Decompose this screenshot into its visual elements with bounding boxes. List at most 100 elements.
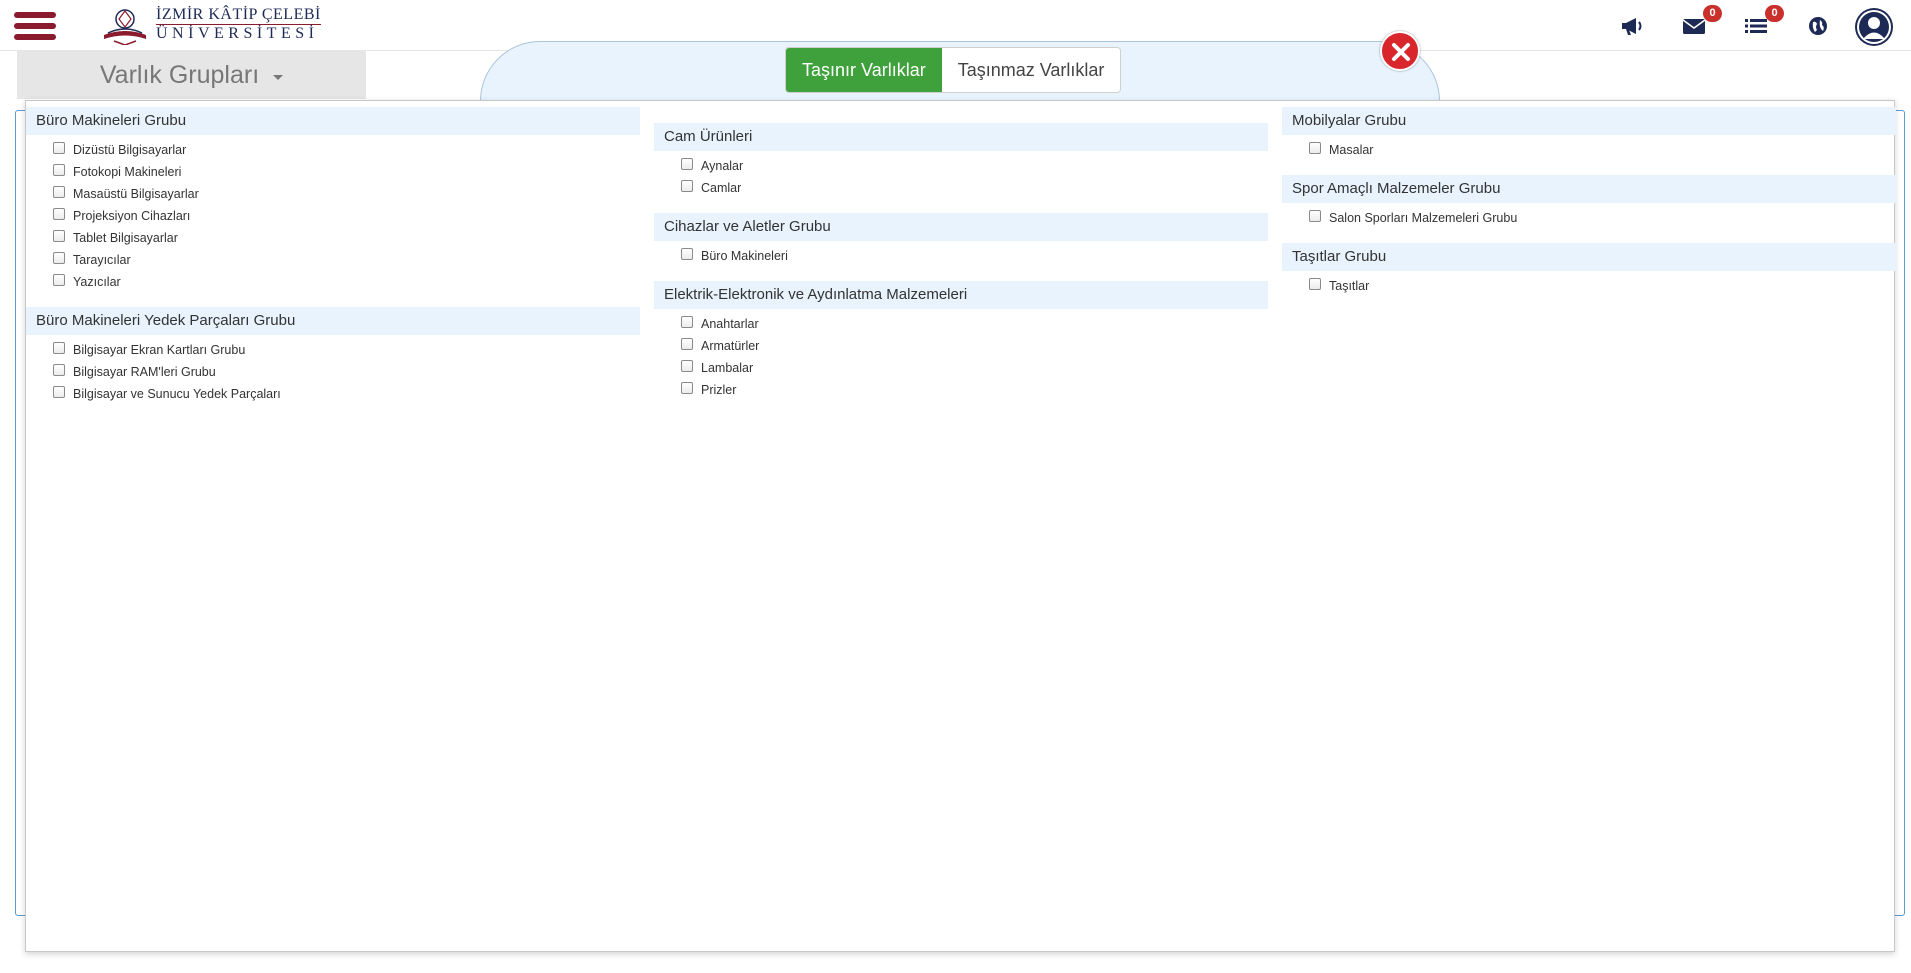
asset-group-title: Büro Makineleri Yedek Parçaları Grubu bbox=[26, 307, 640, 335]
asset-item[interactable]: Camlar bbox=[654, 177, 1268, 199]
asset-group-items: Salon Sporları Malzemeleri Grubu bbox=[1282, 203, 1896, 229]
asset-item-label: Projeksiyon Cihazları bbox=[73, 209, 191, 223]
tasks-list-icon[interactable]: 0 bbox=[1742, 5, 1784, 40]
asset-item-label: Masaüstü Bilgisayarlar bbox=[73, 187, 199, 201]
asset-group: Büro Makineleri Grubu Dizüstü Bilgisayarl… bbox=[26, 107, 640, 293]
asset-item-label: Masalar bbox=[1329, 143, 1374, 157]
tab-movable-assets[interactable]: Taşınır Varlıklar bbox=[786, 48, 942, 92]
asset-group-items: Dizüstü Bilgisayarlar Fotokopi Makineleri… bbox=[26, 135, 640, 293]
asset-item[interactable]: Tablet Bilgisayarlar bbox=[26, 227, 640, 249]
asset-group: Büro Makineleri Yedek Parçaları Grubu Bil… bbox=[26, 307, 640, 405]
asset-item-checkbox[interactable] bbox=[681, 180, 693, 192]
asset-item[interactable]: Dizüstü Bilgisayarlar bbox=[26, 139, 640, 161]
asset-item-label: Tablet Bilgisayarlar bbox=[73, 231, 178, 245]
asset-item-checkbox[interactable] bbox=[681, 316, 693, 328]
asset-group: Spor Amaçlı Malzemeler Grubu Salon Sporla… bbox=[1282, 175, 1896, 229]
tab-immovable-assets[interactable]: Taşınmaz Varlıklar bbox=[941, 48, 1121, 92]
asset-item-checkbox[interactable] bbox=[681, 338, 693, 350]
asset-item-checkbox[interactable] bbox=[53, 252, 65, 264]
asset-item-label: Bilgisayar RAM'leri Grubu bbox=[73, 365, 216, 379]
asset-item-checkbox[interactable] bbox=[1309, 210, 1321, 222]
asset-group-items: Taşıtlar bbox=[1282, 271, 1896, 297]
asset-group-items: Büro Makineleri bbox=[654, 241, 1268, 267]
asset-group-title: Cihazlar ve Aletler Grubu bbox=[654, 213, 1268, 241]
asset-item[interactable]: Anahtarlar bbox=[654, 313, 1268, 335]
asset-item-checkbox[interactable] bbox=[53, 386, 65, 398]
asset-groups-panel: Büro Makineleri Grubu Dizüstü Bilgisayarl… bbox=[25, 100, 1896, 952]
asset-item[interactable]: Yazıcılar bbox=[26, 271, 640, 293]
asset-group-title: Cam Ürünleri bbox=[654, 123, 1268, 151]
asset-item[interactable]: Bilgisayar ve Sunucu Yedek Parçaları bbox=[26, 383, 640, 405]
messages-badge: 0 bbox=[1703, 5, 1722, 22]
user-avatar-icon[interactable] bbox=[1855, 8, 1893, 46]
asset-item-checkbox[interactable] bbox=[53, 208, 65, 220]
groups-column-1: Büro Makineleri Grubu Dizüstü Bilgisayarl… bbox=[26, 107, 640, 419]
asset-item-checkbox[interactable] bbox=[53, 274, 65, 286]
messages-icon[interactable]: 0 bbox=[1680, 5, 1722, 40]
asset-group-items: Anahtarlar Armatürler Lambalar Prizler bbox=[654, 309, 1268, 401]
asset-item-label: Taşıtlar bbox=[1329, 279, 1370, 293]
asset-item-checkbox[interactable] bbox=[681, 360, 693, 372]
asset-groups-label: Varlık Grupları bbox=[99, 60, 260, 89]
asset-item-label: Armatürler bbox=[701, 339, 760, 353]
asset-group: Mobilyalar Grubu Masalar bbox=[1282, 107, 1896, 161]
asset-item-label: Aynalar bbox=[701, 159, 744, 173]
asset-item[interactable]: Prizler bbox=[654, 379, 1268, 401]
asset-item-checkbox[interactable] bbox=[53, 142, 65, 154]
university-emblem-icon bbox=[104, 9, 146, 45]
asset-item-checkbox[interactable] bbox=[53, 186, 65, 198]
asset-group-items: Bilgisayar Ekran Kartları Grubu Bilgisaya… bbox=[26, 335, 640, 405]
close-icon[interactable] bbox=[1380, 31, 1420, 71]
logo-text: İZMİR KÂTİP ÇELEBİ ÜNİVERSİTESİ bbox=[156, 6, 321, 43]
asset-item[interactable]: Bilgisayar Ekran Kartları Grubu bbox=[26, 339, 640, 361]
asset-type-tabs: Taşınır Varlıklar Taşınmaz Varlıklar bbox=[785, 47, 1122, 93]
asset-item[interactable]: Armatürler bbox=[654, 335, 1268, 357]
asset-item[interactable]: Büro Makineleri bbox=[654, 245, 1268, 267]
asset-item-label: Salon Sporları Malzemeleri Grubu bbox=[1329, 211, 1518, 225]
university-logo[interactable]: İZMİR KÂTİP ÇELEBİ ÜNİVERSİTESİ bbox=[100, 4, 321, 46]
asset-item-label: Fotokopi Makineleri bbox=[73, 165, 182, 179]
asset-item-label: Camlar bbox=[701, 181, 742, 195]
chevron-down-icon bbox=[273, 74, 284, 80]
asset-item[interactable]: Lambalar bbox=[654, 357, 1268, 379]
asset-item-checkbox[interactable] bbox=[1309, 278, 1321, 290]
asset-item[interactable]: Salon Sporları Malzemeleri Grubu bbox=[1282, 207, 1896, 229]
menu-icon[interactable] bbox=[14, 12, 56, 40]
asset-group: Cihazlar ve Aletler Grubu Büro Makineleri bbox=[654, 213, 1268, 267]
asset-item[interactable]: Fotokopi Makineleri bbox=[26, 161, 640, 183]
asset-item-label: Bilgisayar Ekran Kartları Grubu bbox=[73, 343, 246, 357]
asset-item-checkbox[interactable] bbox=[53, 342, 65, 354]
asset-group: Elektrik-Elektronik ve Aydınlatma Malzem… bbox=[654, 281, 1268, 401]
asset-group-items: Aynalar Camlar bbox=[654, 151, 1268, 199]
language-globe-icon[interactable] bbox=[1804, 12, 1832, 40]
asset-item-checkbox[interactable] bbox=[53, 230, 65, 242]
asset-item-checkbox[interactable] bbox=[681, 248, 693, 260]
asset-group-title: Elektrik-Elektronik ve Aydınlatma Malzem… bbox=[654, 281, 1268, 309]
groups-column-3: Mobilyalar Grubu Masalar Spor Amaçlı Malze… bbox=[1282, 107, 1896, 311]
asset-group-title: Büro Makineleri Grubu bbox=[26, 107, 640, 135]
asset-item-checkbox[interactable] bbox=[681, 382, 693, 394]
asset-item-label: Lambalar bbox=[701, 361, 754, 375]
tasks-badge: 0 bbox=[1765, 5, 1784, 22]
logo-line1: İZMİR KÂTİP ÇELEBİ bbox=[156, 6, 321, 24]
asset-group-title: Taşıtlar Grubu bbox=[1282, 243, 1896, 271]
asset-group: Cam Ürünleri Aynalar Camlar bbox=[654, 123, 1268, 199]
asset-item-label: Yazıcılar bbox=[73, 275, 121, 289]
asset-item[interactable]: Taşıtlar bbox=[1282, 275, 1896, 297]
asset-item[interactable]: Tarayıcılar bbox=[26, 249, 640, 271]
asset-item[interactable]: Masaüstü Bilgisayarlar bbox=[26, 183, 640, 205]
asset-item-checkbox[interactable] bbox=[53, 164, 65, 176]
asset-item-checkbox[interactable] bbox=[681, 158, 693, 170]
asset-item[interactable]: Projeksiyon Cihazları bbox=[26, 205, 640, 227]
asset-item-label: Tarayıcılar bbox=[73, 253, 131, 267]
asset-item[interactable]: Masalar bbox=[1282, 139, 1896, 161]
logo-line2: ÜNİVERSİTESİ bbox=[156, 24, 321, 43]
asset-group: Taşıtlar Grubu Taşıtlar bbox=[1282, 243, 1896, 297]
asset-item-label: Prizler bbox=[701, 383, 737, 397]
announcements-icon[interactable] bbox=[1618, 12, 1646, 40]
asset-item[interactable]: Aynalar bbox=[654, 155, 1268, 177]
asset-item-checkbox[interactable] bbox=[1309, 142, 1321, 154]
asset-item[interactable]: Bilgisayar RAM'leri Grubu bbox=[26, 361, 640, 383]
asset-item-checkbox[interactable] bbox=[53, 364, 65, 376]
asset-groups-dropdown[interactable]: Varlık Grupları bbox=[17, 51, 366, 99]
